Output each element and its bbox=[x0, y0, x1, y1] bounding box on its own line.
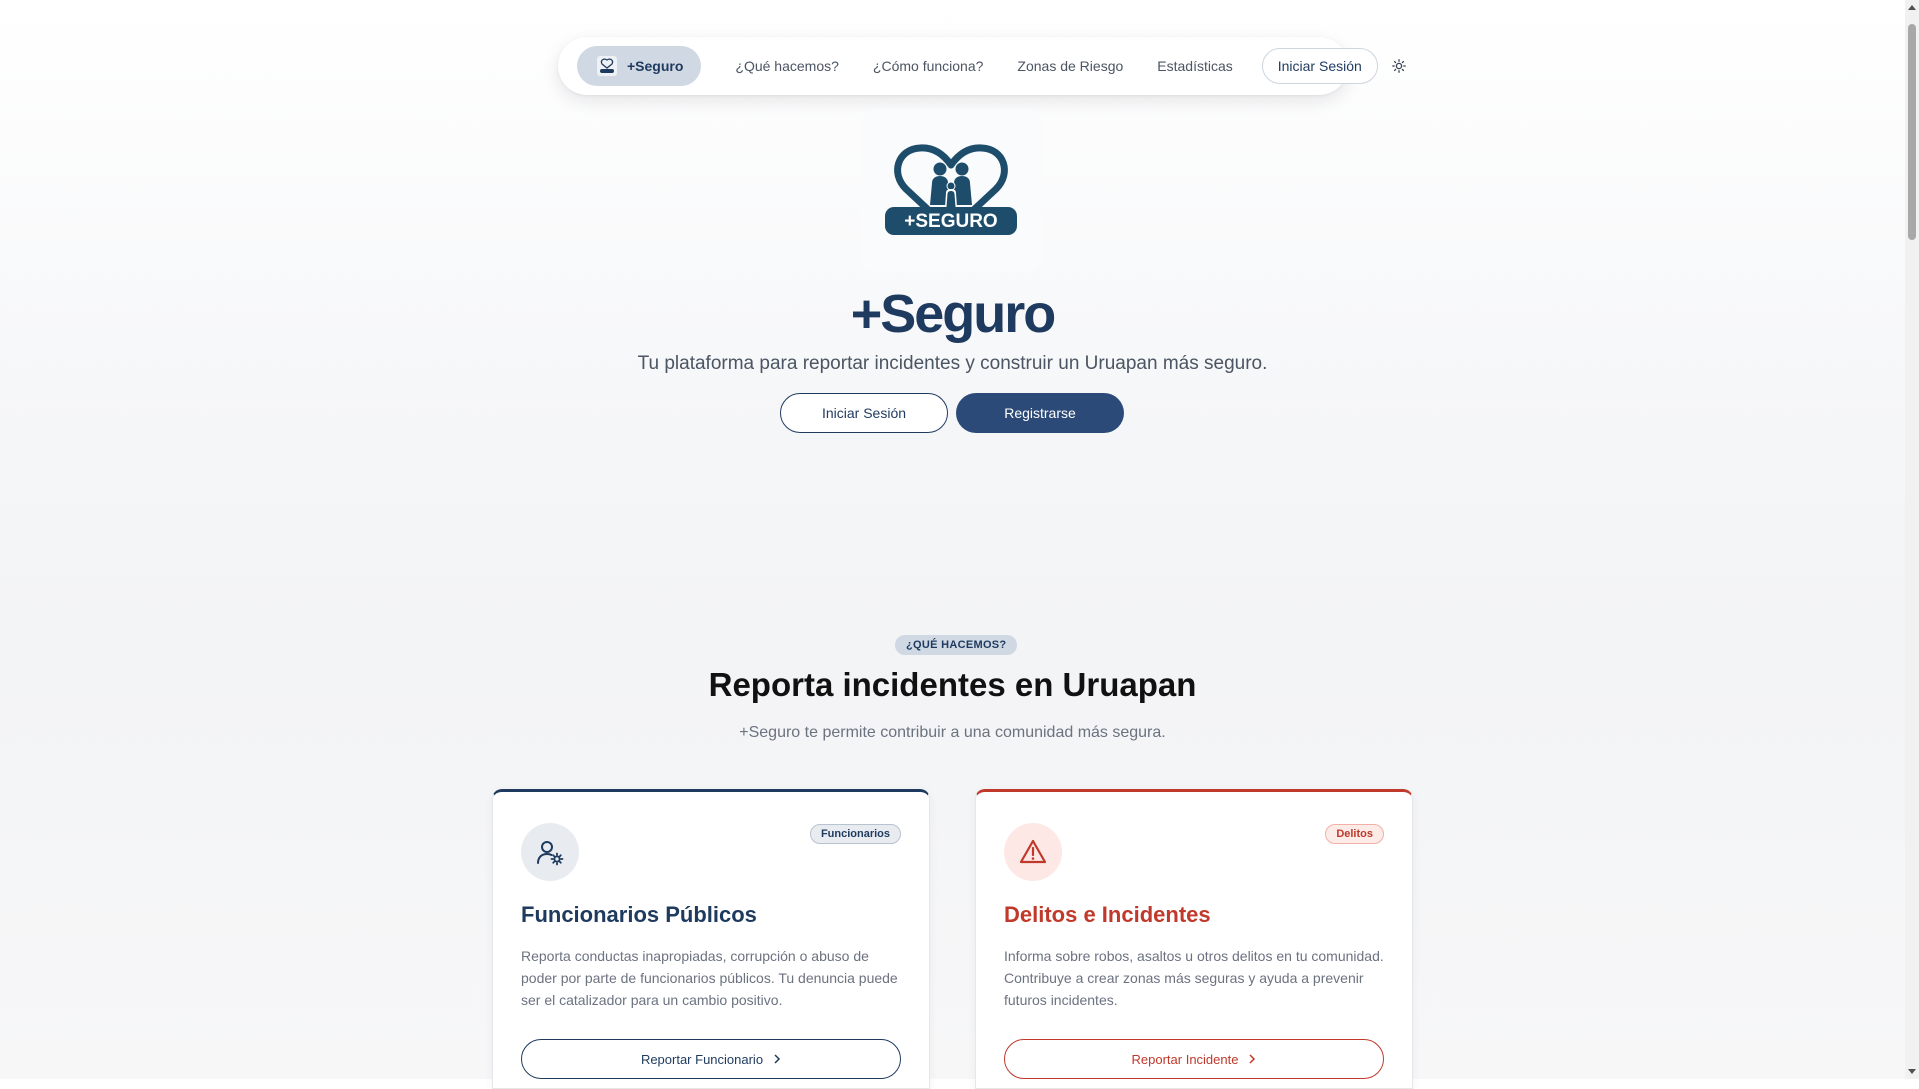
warning-triangle-icon bbox=[1019, 839, 1047, 864]
hero-register-button[interactable]: Registrarse bbox=[956, 393, 1124, 433]
card-icon-circle bbox=[1004, 823, 1062, 881]
card-title: Funcionarios Públicos bbox=[521, 902, 757, 927]
theme-toggle-button[interactable] bbox=[1391, 55, 1406, 77]
card-description: Informa sobre robos, asaltos u otros del… bbox=[1004, 948, 1384, 1008]
nav-brand-button[interactable]: +Seguro bbox=[577, 46, 702, 86]
nav-link-estadisticas[interactable]: Estadísticas bbox=[1157, 58, 1232, 74]
card-badge: Funcionarios bbox=[809, 824, 901, 844]
nav-link-zonas-riesgo[interactable]: Zonas de Riesgo bbox=[1017, 58, 1123, 74]
scroll-down-arrow-icon[interactable] bbox=[1905, 1065, 1919, 1079]
chevron-right-icon bbox=[773, 1054, 781, 1064]
user-gear-icon bbox=[537, 841, 564, 866]
card-badge: Delitos bbox=[1325, 824, 1384, 844]
nav-link-como-funciona[interactable]: ¿Cómo funciona? bbox=[873, 58, 984, 74]
card-icon-circle bbox=[521, 823, 579, 881]
card-delitos: Delitos Delitos e Incidentes Informa sob… bbox=[975, 789, 1413, 1089]
report-funcionario-button[interactable]: Reportar Funcionario bbox=[521, 1039, 901, 1079]
card-title: Delitos e Incidentes bbox=[1004, 902, 1211, 927]
sun-icon bbox=[1391, 59, 1406, 73]
card-funcionarios: Funcionarios Funcionarios Públicos Repor… bbox=[492, 789, 930, 1089]
family-heart-logo-icon: +SEGURO bbox=[885, 144, 1017, 235]
top-navbar: +Seguro ¿Qué hacemos? ¿Cómo funciona? Zo… bbox=[558, 37, 1406, 95]
hero-subtitle: Tu plataforma para reportar incidentes y… bbox=[637, 353, 1268, 374]
brand-logo-icon bbox=[597, 56, 617, 76]
hero-title: +Seguro bbox=[850, 284, 1057, 344]
section-subtitle: +Seguro te permite contribuir a una comu… bbox=[739, 724, 1166, 741]
hero-logo: +SEGURO bbox=[860, 110, 1042, 272]
report-incidente-button[interactable]: Reportar Incidente bbox=[1004, 1039, 1384, 1079]
page-scrollbar[interactable] bbox=[1905, 0, 1919, 1079]
card-description: Reporta conductas inapropiadas, corrupci… bbox=[521, 948, 898, 1008]
nav-login-button[interactable]: Iniciar Sesión bbox=[1261, 48, 1378, 84]
scroll-up-arrow-icon[interactable] bbox=[1905, 0, 1919, 14]
scrollbar-thumb[interactable] bbox=[1908, 24, 1916, 240]
card-button-label: Reportar Incidente bbox=[1131, 1051, 1239, 1067]
logo-text: +SEGURO bbox=[904, 211, 997, 232]
section-pill: ¿QUÉ HACEMOS? bbox=[895, 635, 1018, 655]
section-title: Reporta incidentes en Uruapan bbox=[708, 666, 1197, 703]
card-button-label: Reportar Funcionario bbox=[640, 1051, 764, 1067]
nav-link-que-hacemos[interactable]: ¿Qué hacemos? bbox=[735, 58, 839, 74]
nav-brand-label: +Seguro bbox=[627, 58, 684, 74]
chevron-right-icon bbox=[1248, 1054, 1256, 1064]
hero-login-button[interactable]: Iniciar Sesión bbox=[780, 393, 948, 433]
